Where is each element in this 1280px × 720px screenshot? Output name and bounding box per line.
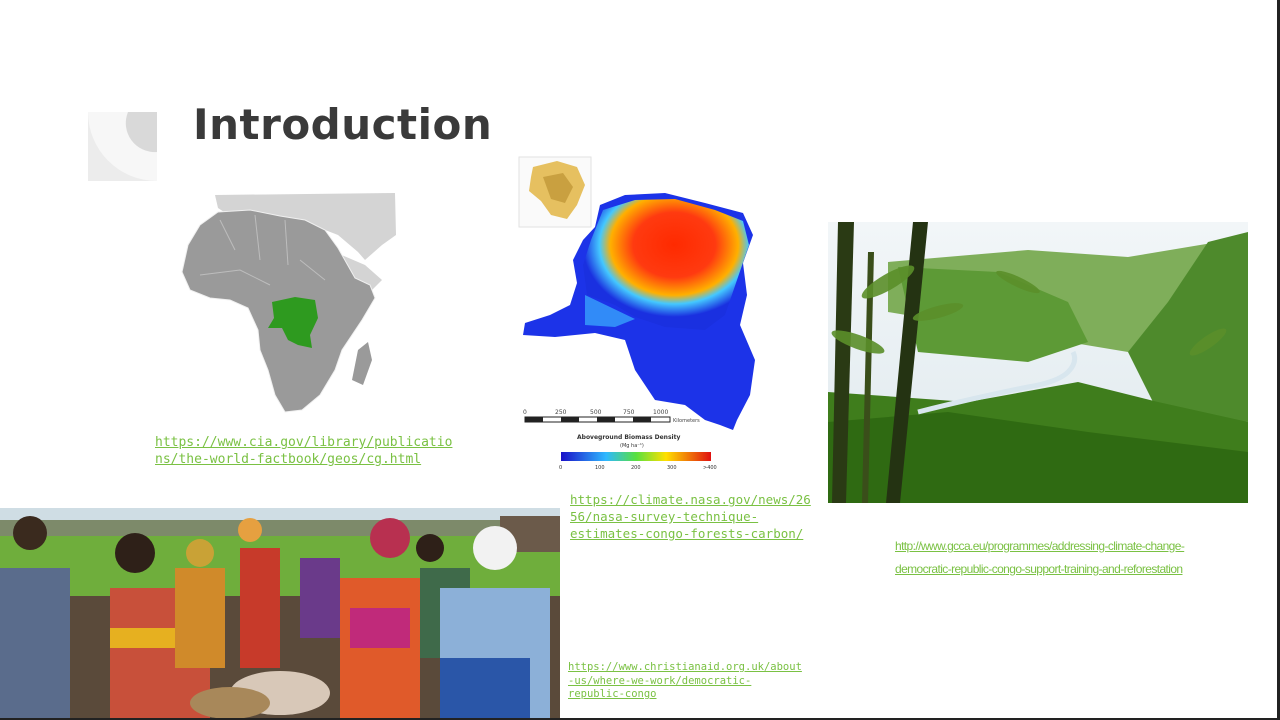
biomass-density-map-image: 0 250 500 750 1000 Kilometers Abovegroun… [515, 155, 765, 475]
cia-link-line-1[interactable]: https://www.cia.gov/library/publicatio [155, 434, 452, 451]
christianaid-link[interactable]: https://www.christianaid.org.uk/about -u… [568, 661, 802, 702]
legend-tick-3: 300 [667, 465, 677, 471]
legend-title: Aboveground Biomass Density [577, 434, 680, 441]
gcca-link-line-2[interactable]: democratic-republic-congo-support-traini… [895, 558, 1184, 581]
scale-label-2: 500 [590, 409, 602, 416]
market-people-photo [0, 508, 560, 718]
legend-tick-2: 200 [631, 465, 641, 471]
nasa-link[interactable]: https://climate.nasa.gov/news/26 56/nasa… [570, 491, 811, 542]
legend-tick-0: 0 [559, 465, 562, 471]
gcca-link[interactable]: http://www.gcca.eu/programmes/addressing… [895, 535, 1185, 581]
cia-link-line-2[interactable]: ns/the-world-factbook/geos/cg.html [155, 451, 452, 468]
christianaid-link-line-2[interactable]: -us/where-we-work/democratic- [568, 675, 802, 689]
christianaid-link-line-1[interactable]: https://www.christianaid.org.uk/about [568, 661, 802, 675]
gcca-link-line-1[interactable]: http://www.gcca.eu/programmes/addressing… [895, 535, 1185, 558]
title-decoration-icon [88, 112, 157, 181]
nasa-link-line-1[interactable]: https://climate.nasa.gov/news/26 [570, 491, 811, 508]
cia-factbook-link[interactable]: https://www.cia.gov/library/publicatio n… [155, 434, 452, 468]
legend-tick-1: 100 [595, 465, 605, 471]
legend-tick-4: >400 [703, 465, 717, 471]
legend-unit: (Mg ha⁻¹) [620, 443, 644, 449]
scale-unit: Kilometers [673, 418, 700, 424]
scale-label-4: 1000 [653, 409, 668, 416]
scale-label-0: 0 [523, 409, 527, 416]
scale-label-1: 250 [555, 409, 567, 416]
christianaid-link-line-3[interactable]: republic-congo [568, 688, 802, 702]
slide: Introduction https://www.cia.gov/library… [0, 0, 1280, 720]
africa-map-image [160, 190, 400, 415]
nasa-link-line-2[interactable]: 56/nasa-survey-technique- [570, 508, 811, 525]
scale-label-3: 750 [623, 409, 635, 416]
nasa-link-line-3[interactable]: estimates-congo-forests-carbon/ [570, 525, 811, 542]
forest-valley-photo [828, 222, 1248, 503]
page-title: Introduction [193, 100, 493, 149]
